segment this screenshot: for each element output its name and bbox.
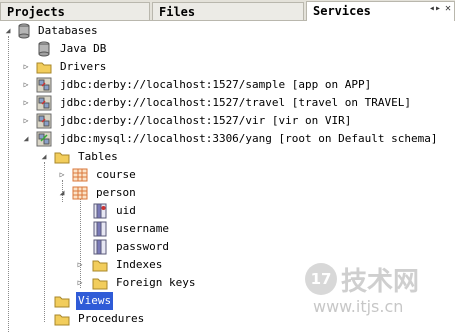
folder-icon xyxy=(36,62,52,74)
node-label-selected: Views xyxy=(76,292,114,310)
node-label: Procedures xyxy=(78,312,145,325)
node-label: jdbc:mysql://localhost:3306/yang [root o… xyxy=(60,132,438,145)
database-icon xyxy=(18,23,30,39)
expand-icon[interactable]: ▷ xyxy=(22,63,30,71)
node-label: uid xyxy=(116,204,136,217)
folder-icon xyxy=(92,260,108,272)
expand-icon[interactable]: ▷ xyxy=(22,117,30,125)
database-icon xyxy=(38,41,50,57)
expand-icon[interactable]: ▷ xyxy=(22,81,30,89)
expand-icon[interactable]: ▷ xyxy=(58,171,66,179)
node-label: Tables xyxy=(78,150,118,163)
tab-files[interactable]: Files xyxy=(152,2,304,20)
connection-icon xyxy=(36,95,52,111)
tab-label: Projects xyxy=(7,5,65,19)
table-icon xyxy=(72,186,88,200)
node-label: Indexes xyxy=(116,258,163,271)
expand-icon[interactable]: ▷ xyxy=(22,99,30,107)
watermark-badge: 17 xyxy=(305,263,337,295)
expand-icon[interactable]: ▷ xyxy=(76,279,84,287)
folder-icon xyxy=(54,152,70,164)
column-icon xyxy=(93,221,107,237)
tab-label: Files xyxy=(159,5,196,19)
node-label: Foreign keys xyxy=(116,276,196,289)
table-icon xyxy=(72,168,88,182)
collapse-icon[interactable]: ◢ xyxy=(40,153,48,161)
tab-projects[interactable]: Projects xyxy=(0,2,150,20)
node-label: Databases xyxy=(38,24,98,37)
primary-key-column-icon xyxy=(93,203,107,219)
node-label: username xyxy=(116,222,169,235)
node-label: person xyxy=(96,186,136,199)
node-label: jdbc:derby://localhost:1527/sample [app … xyxy=(60,78,372,91)
collapse-icon[interactable]: ◢ xyxy=(4,27,12,35)
collapse-icon[interactable]: ◢ xyxy=(58,189,66,197)
minimize-icon[interactable]: ◂▸ xyxy=(429,3,441,14)
expand-icon[interactable]: ▷ xyxy=(76,261,84,269)
node-label: Drivers xyxy=(60,60,107,73)
connection-icon xyxy=(36,77,52,93)
node-label: jdbc:derby://localhost:1527/vir [vir on … xyxy=(60,114,352,127)
watermark-url: www.itjs.cn xyxy=(313,297,404,316)
watermark: 17 技术网 www.itjs.cn xyxy=(305,257,441,321)
node-label: jdbc:derby://localhost:1527/travel [trav… xyxy=(60,96,411,109)
folder-icon xyxy=(92,278,108,290)
folder-icon xyxy=(54,296,70,308)
watermark-title: 技术网 xyxy=(341,267,420,297)
collapse-icon[interactable]: ◢ xyxy=(22,135,30,143)
node-label: course xyxy=(96,168,136,181)
column-icon xyxy=(93,239,107,255)
tab-label: Services xyxy=(313,4,371,18)
close-icon[interactable]: ✕ xyxy=(445,3,451,14)
node-label: Java DB xyxy=(60,42,107,55)
tab-bar: Projects Files Services ◂▸ ✕ xyxy=(0,0,455,21)
node-label: password xyxy=(116,240,169,253)
folder-icon xyxy=(54,314,70,326)
connection-icon xyxy=(36,113,52,129)
connection-icon xyxy=(36,131,52,147)
tab-controls: ◂▸ ✕ xyxy=(429,3,451,14)
